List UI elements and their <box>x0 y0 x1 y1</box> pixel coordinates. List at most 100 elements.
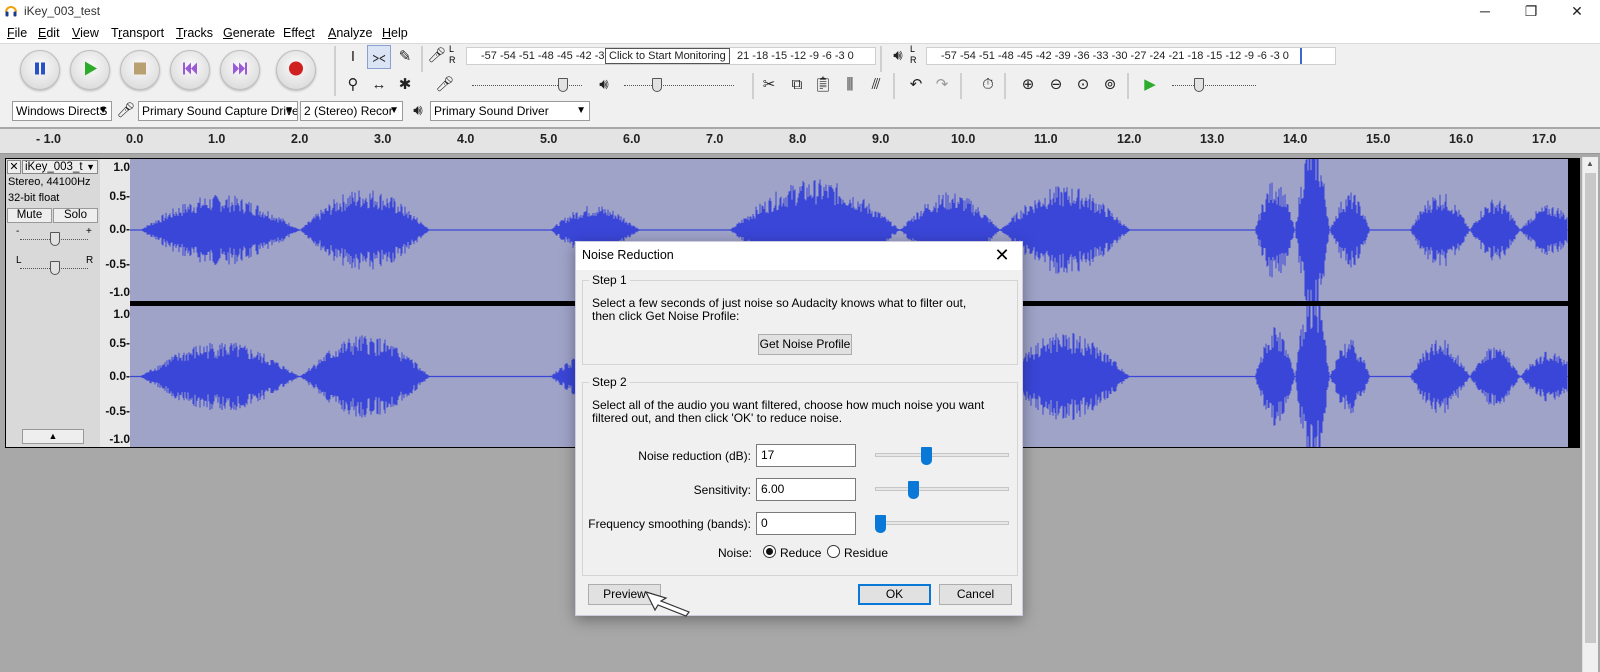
track-bitdepth-info: 32-bit float <box>8 192 60 204</box>
track-control-panel: ✕ iKey_003_t ▼ Stereo, 44100Hz 32-bit flo… <box>6 159 100 447</box>
playback-meter-l-label: L <box>910 44 916 54</box>
ruler-tick: 7.0 <box>706 132 724 146</box>
zoom-out-button[interactable]: ⊖ <box>1044 73 1068 97</box>
mute-button[interactable]: Mute <box>7 208 52 223</box>
recording-volume-slider[interactable] <box>464 78 590 92</box>
draw-tool-button[interactable]: ✎ <box>393 45 417 69</box>
redo-button[interactable]: ↷ <box>930 73 954 97</box>
timer-icon: ⏱ <box>982 76 994 93</box>
menu-view[interactable]: View <box>72 26 99 40</box>
playback-device-select[interactable]: Primary Sound Driver ▼ <box>430 101 590 121</box>
ruler-tick: 2.0 <box>291 132 309 146</box>
scale-label: 1.0 <box>113 160 130 174</box>
ruler-tick: 16.0 <box>1449 132 1474 146</box>
cut-button[interactable]: ✂ <box>757 73 781 97</box>
frequency-smoothing-input[interactable]: 0 <box>756 512 856 535</box>
time-shift-tool-button[interactable]: ↔ <box>367 73 391 97</box>
pan-slider[interactable] <box>12 261 96 275</box>
paste-button[interactable]: 📋︎ <box>811 73 835 97</box>
pencil-icon: ✎ <box>398 48 412 65</box>
step2-group: Step 2 Select all of the audio you want … <box>582 375 1018 576</box>
playback-volume-slider[interactable] <box>616 78 742 92</box>
record-meter-button[interactable]: 🎤︎ <box>425 44 449 68</box>
record-icon <box>288 61 304 80</box>
collapse-icon: ▲ <box>48 431 58 441</box>
menu-effect[interactable]: Effect <box>283 26 315 40</box>
recording-device-value: Primary Sound Capture Drive <box>142 104 298 118</box>
menu-tracks[interactable]: Tracks <box>176 26 213 40</box>
playback-meter[interactable]: -57 -54 -51 -48 -45 -42 -39 -36 -33 -30 … <box>926 47 1336 65</box>
fit-project-icon: ⊚ <box>1103 76 1117 93</box>
reduce-label: Reduce <box>780 546 822 560</box>
audio-host-select[interactable]: Windows DirectS ▼ <box>12 101 112 121</box>
sync-lock-button[interactable]: ⏱ <box>976 73 1000 97</box>
cancel-button[interactable]: Cancel <box>939 584 1012 605</box>
play-icon: ▶ <box>1144 76 1156 93</box>
trim-button[interactable]: ⫼ <box>838 73 862 97</box>
multi-tool-button[interactable]: ✱ <box>393 73 417 97</box>
magnifier-icon: ⚲ <box>347 76 359 93</box>
sensitivity-input[interactable]: 6.00 <box>756 478 856 501</box>
zoom-in-button[interactable]: ⊕ <box>1016 73 1040 97</box>
ruler-tick: 3.0 <box>374 132 392 146</box>
playback-meter-button[interactable]: 🔊︎ <box>886 44 910 68</box>
window-title: iKey_003_test <box>24 4 101 18</box>
track-menu-button[interactable]: iKey_003_t ▼ <box>22 160 98 174</box>
fit-selection-button[interactable]: ⊙ <box>1071 73 1095 97</box>
close-window-button[interactable]: ✕ <box>1554 0 1600 23</box>
pause-button[interactable] <box>20 50 60 90</box>
stop-button[interactable] <box>120 50 160 90</box>
minimize-button[interactable]: ─ <box>1462 0 1508 23</box>
redo-icon: ↷ <box>935 76 949 93</box>
scissors-icon: ✂ <box>762 76 776 93</box>
menu-help[interactable]: Help <box>382 26 408 40</box>
noise-reduction-slider[interactable] <box>875 447 1009 465</box>
title-bar: iKey_003_test ─ ❐ ✕ <box>0 0 1600 23</box>
menu-analyze[interactable]: Analyze <box>328 26 372 40</box>
microphone-icon: 🎤︎ <box>427 47 447 64</box>
ok-button[interactable]: OK <box>858 584 931 605</box>
vertical-scrollbar[interactable]: ▲ <box>1582 157 1598 672</box>
silence-button[interactable]: ⫻ <box>864 73 888 97</box>
menu-generate[interactable]: Generate <box>223 26 275 40</box>
envelope-tool-button[interactable]: ⪥ <box>367 45 391 69</box>
residue-radio-indicator <box>827 545 840 558</box>
fit-project-button[interactable]: ⊚ <box>1098 73 1122 97</box>
menu-edit[interactable]: Edit <box>38 26 60 40</box>
dialog-close-button[interactable]: ✕ <box>988 243 1016 267</box>
scale-label: 0.5- <box>109 189 130 203</box>
timeline-ruler[interactable]: - 1.0 0.0 1.0 2.0 3.0 4.0 5.0 6.0 7.0 8.… <box>0 129 1600 154</box>
recording-device-select[interactable]: Primary Sound Capture Drive ▼ <box>138 101 298 121</box>
solo-button[interactable]: Solo <box>53 208 98 223</box>
restore-button[interactable]: ❐ <box>1508 0 1554 23</box>
speaker-icon: 🔊︎ <box>599 76 609 93</box>
skip-to-end-button[interactable] <box>220 50 260 90</box>
ruler-tick: 4.0 <box>457 132 475 146</box>
noise-reduction-input[interactable]: 17 <box>756 444 856 467</box>
close-track-button[interactable]: ✕ <box>7 160 21 174</box>
frequency-smoothing-slider[interactable] <box>875 515 1009 533</box>
undo-button[interactable]: ↶ <box>904 73 928 97</box>
menu-file[interactable]: File <box>7 26 27 40</box>
skip-to-start-button[interactable] <box>170 50 210 90</box>
audacity-app-icon <box>5 5 17 17</box>
zoom-tool-button[interactable]: ⚲ <box>341 73 365 97</box>
play-at-speed-slider[interactable] <box>1164 78 1264 92</box>
selection-tool-button[interactable]: I <box>341 45 365 69</box>
record-meter[interactable]: -57 -54 -51 -48 -45 -42 -3 21 -18 -15 -1… <box>466 47 876 65</box>
copy-button[interactable]: ⧉ <box>785 73 809 97</box>
chevron-down-icon: ▼ <box>284 105 294 116</box>
speaker-icon: 🔊︎ <box>893 47 903 64</box>
get-noise-profile-button[interactable]: Get Noise Profile <box>758 334 852 355</box>
gain-slider[interactable] <box>12 232 96 246</box>
menu-transport[interactable]: Transport <box>111 26 164 40</box>
sensitivity-slider[interactable] <box>875 481 1009 499</box>
record-button[interactable] <box>276 50 316 90</box>
play-at-speed-button[interactable]: ▶ <box>1138 73 1162 97</box>
step2-label: Step 2 <box>589 375 630 389</box>
audio-host-value: Windows DirectS <box>16 104 108 118</box>
menu-bar: File Edit View Transport Tracks Generate… <box>0 23 1600 43</box>
recording-channels-select[interactable]: 2 (Stereo) Recor ▼ <box>300 101 403 121</box>
collapse-track-button[interactable]: ▲ <box>22 429 84 444</box>
play-button[interactable] <box>70 50 110 90</box>
